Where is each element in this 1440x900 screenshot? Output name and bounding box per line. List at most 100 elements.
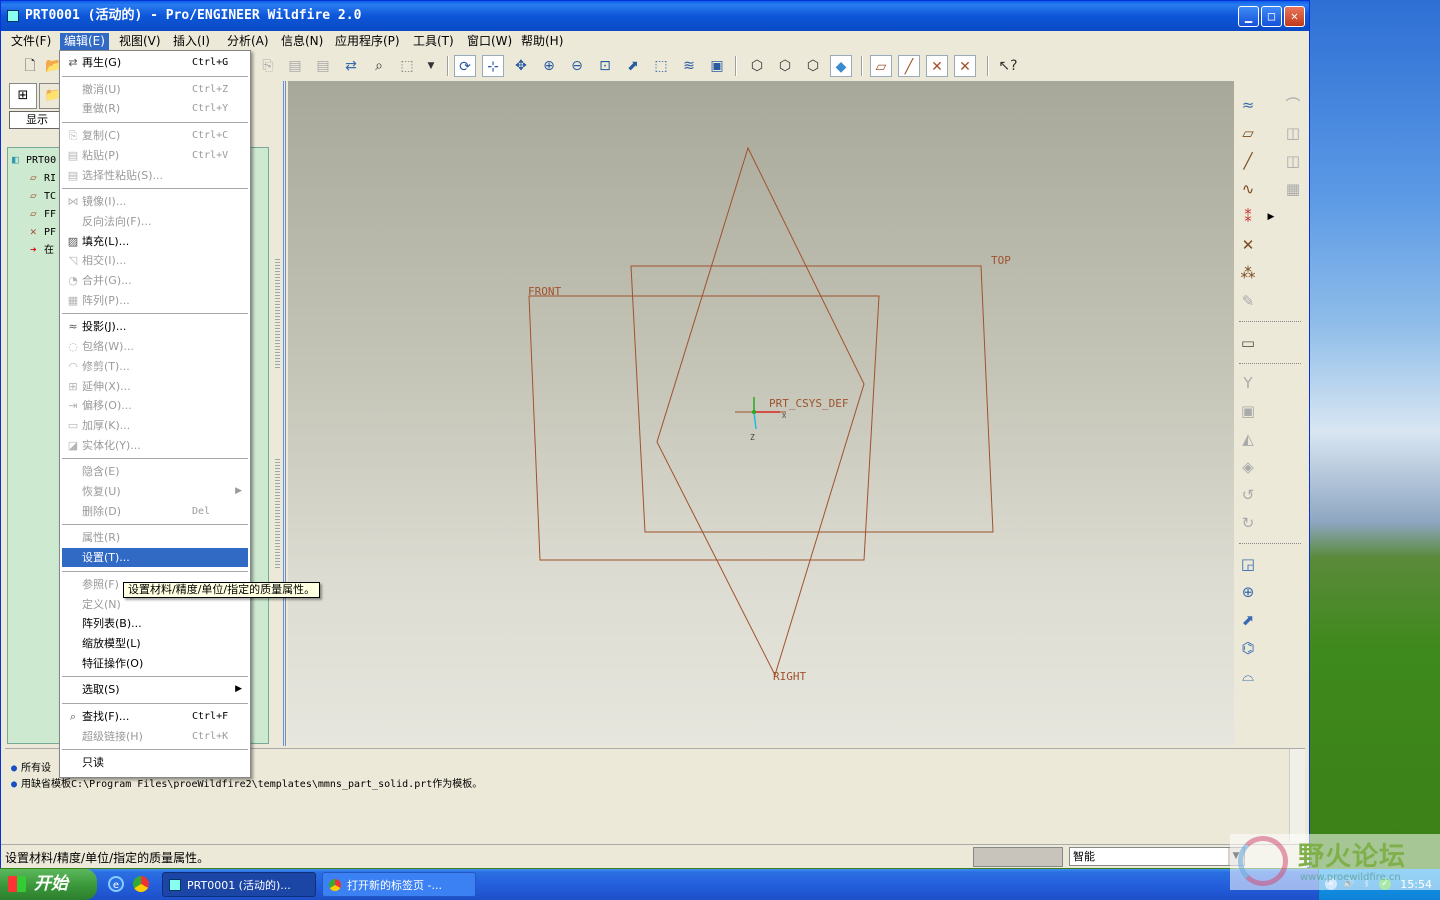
select-box-icon[interactable]: ⬚: [396, 55, 418, 77]
boundary-blend-icon[interactable]: ⌓: [1236, 664, 1260, 688]
edit-menu-item[interactable]: ⇄ 再生(G) Ctrl+G: [62, 53, 248, 72]
draft-tool-icon[interactable]: ◈: [1236, 455, 1260, 479]
datum-point-tool-icon[interactable]: ⁑: [1236, 205, 1260, 229]
graphics-window[interactable]: TOP FRONT RIGHT PRT_CSYS_DEF X Z: [288, 81, 1234, 746]
menu-applications[interactable]: 应用程序(P): [331, 33, 404, 50]
csys-tool-icon[interactable]: ✕: [1236, 233, 1260, 257]
minimize-button[interactable]: ▁: [1238, 6, 1259, 27]
model-tree-tab-icon[interactable]: ⊞: [9, 83, 37, 109]
extrude-icon[interactable]: ◲: [1236, 552, 1260, 576]
edit-menu-item[interactable]: ▦ 阵列(P)...: [62, 291, 248, 310]
edit-menu-item[interactable]: 隐含(E): [62, 462, 248, 481]
edit-menu-item[interactable]: 属性(R): [62, 528, 248, 547]
regenerate-icon[interactable]: ⇄: [340, 55, 362, 77]
menu-help[interactable]: 帮助(H): [517, 33, 567, 50]
edit-menu-item[interactable]: ◠ 修剪(T)...: [62, 357, 248, 376]
edit-menu-item[interactable]: ▨ 填充(L)...: [62, 232, 248, 251]
menu-file[interactable]: 文件(F): [7, 33, 55, 50]
csys-toggle-icon[interactable]: ✕: [954, 55, 976, 77]
rib-icon[interactable]: ◭: [1236, 427, 1260, 451]
edit-menu-item[interactable]: ⌕ 查找(F)... Ctrl+F: [62, 707, 248, 726]
edit-menu-item[interactable]: 反向法向(F)...: [62, 212, 248, 231]
zoom-in-icon[interactable]: ⊕: [538, 55, 560, 77]
edit-menu-item[interactable]: ⊞ 延伸(X)...: [62, 377, 248, 396]
sweep-icon[interactable]: ⬈: [1236, 608, 1260, 632]
tree-node[interactable]: ◧ PRT00: [12, 152, 56, 168]
edit-menu-item[interactable]: 阵列表(B)...: [62, 614, 248, 633]
datum-label-front[interactable]: FRONT: [528, 285, 561, 298]
reorient-icon[interactable]: ⬈: [622, 55, 644, 77]
edit-menu-item[interactable]: ▤ 粘贴(P) Ctrl+V: [62, 146, 248, 165]
refit-icon[interactable]: ⊡: [594, 55, 616, 77]
datum-label-top[interactable]: TOP: [991, 254, 1011, 267]
maximize-button[interactable]: □: [1261, 6, 1282, 27]
pattern-tool-icon[interactable]: ▦: [1281, 177, 1305, 201]
edit-menu-item[interactable]: ◪ 实体化(Y)...: [62, 436, 248, 455]
wireframe-icon[interactable]: ⬡: [746, 55, 768, 77]
edit-menu-item[interactable]: 选取(S) ▶: [62, 680, 248, 699]
spin-center-icon[interactable]: ⊹: [482, 55, 504, 77]
edit-menu-item[interactable]: 删除(D) Del: [62, 502, 248, 521]
datum-plane-tool-icon[interactable]: ▱: [1236, 121, 1260, 145]
copy-icon[interactable]: ⎘: [257, 55, 279, 77]
edit-menu-item[interactable]: 只读: [62, 753, 248, 772]
edit-menu-item[interactable]: 重做(R) Ctrl+Y: [62, 99, 248, 118]
zoom-out-icon[interactable]: ⊖: [566, 55, 588, 77]
shell-tool-icon[interactable]: ▣: [1236, 399, 1260, 423]
annotation-icon[interactable]: ▭: [1236, 331, 1260, 355]
saved-views-icon[interactable]: ⬚: [650, 55, 672, 77]
datum-points-toggle-icon[interactable]: ✕: [926, 55, 948, 77]
shading-icon[interactable]: ◆: [830, 55, 852, 77]
edit-menu-item[interactable]: ▤ 选择性粘贴(S)...: [62, 166, 248, 185]
menu-analysis[interactable]: 分析(A): [223, 33, 273, 50]
layers-icon[interactable]: ≋: [678, 55, 700, 77]
sketch-tool-icon[interactable]: ✎: [1236, 289, 1260, 313]
repaint-icon[interactable]: ⟳: [454, 55, 476, 77]
tree-node[interactable]: ▱ TC: [30, 188, 56, 204]
view-manager-icon[interactable]: ▣: [706, 55, 728, 77]
draft-icon[interactable]: ◫: [1281, 149, 1305, 173]
ie-icon[interactable]: e: [108, 876, 124, 892]
edit-menu-item[interactable]: ◔ 合并(G)...: [62, 271, 248, 290]
edit-menu-item[interactable]: ⎘ 复制(C) Ctrl+C: [62, 126, 248, 145]
dropdown-arrow-icon[interactable]: ▼: [420, 55, 442, 77]
selection-filter[interactable]: 智能 ▼: [1069, 847, 1245, 866]
new-file-icon[interactable]: 🗋: [19, 55, 41, 77]
splitter-grip[interactable]: [275, 459, 280, 569]
edit-menu-item[interactable]: ≈ 投影(J)...: [62, 317, 248, 336]
find-icon[interactable]: ⌕: [368, 55, 390, 77]
menu-tools[interactable]: 工具(T): [409, 33, 458, 50]
edit-menu-item[interactable]: 超级链接(H) Ctrl+K: [62, 727, 248, 746]
task-proe[interactable]: PRT0001 (活动的)...: [162, 872, 316, 897]
edit-menu-item[interactable]: ⇥ 偏移(O)...: [62, 396, 248, 415]
chamfer-icon[interactable]: ↻: [1236, 511, 1260, 535]
menu-view[interactable]: 视图(V): [115, 33, 165, 50]
message-scrollbar[interactable]: [1289, 749, 1305, 842]
edit-menu-item[interactable]: 撤消(U) Ctrl+Z: [62, 80, 248, 99]
round-icon[interactable]: ⌒: [1281, 93, 1305, 117]
chrome-icon[interactable]: [133, 876, 149, 892]
hole-icon[interactable]: Y: [1236, 371, 1260, 395]
datum-plane-front[interactable]: [528, 295, 880, 561]
no-hidden-icon[interactable]: ⬡: [802, 55, 824, 77]
paste-special-icon[interactable]: ▤: [312, 55, 334, 77]
edit-menu-item[interactable]: 恢复(U) ▶: [62, 482, 248, 501]
menu-insert[interactable]: 插入(I): [169, 33, 214, 50]
blend-icon[interactable]: ⌬: [1236, 636, 1260, 660]
tree-node[interactable]: ➔ 在: [30, 242, 54, 258]
panel-splitter[interactable]: [271, 81, 287, 746]
tree-node[interactable]: ▱ FF: [30, 206, 56, 222]
edit-menu-item[interactable]: ◹ 相交(I)...: [62, 251, 248, 270]
edit-menu-item[interactable]: ⋈ 镜像(I)...: [62, 192, 248, 211]
task-browser[interactable]: 打开新的标签页 -...: [322, 872, 476, 897]
datum-axes-toggle-icon[interactable]: ╱: [898, 55, 920, 77]
paste-icon[interactable]: ▤: [284, 55, 306, 77]
edit-menu-item[interactable]: ◌ 包络(W)...: [62, 337, 248, 356]
datum-axis-tool-icon[interactable]: ╱: [1236, 149, 1260, 173]
title-bar[interactable]: PRT0001 (活动的) - Pro/ENGINEER Wildfire 2.…: [1, 1, 1309, 31]
edit-menu-item[interactable]: 缩放模型(L): [62, 634, 248, 653]
splitter-grip[interactable]: [275, 259, 280, 369]
datum-label-right[interactable]: RIGHT: [773, 670, 806, 683]
revolve-icon[interactable]: ⊕: [1236, 580, 1260, 604]
analysis-feature-icon[interactable]: ⁂: [1236, 261, 1260, 285]
